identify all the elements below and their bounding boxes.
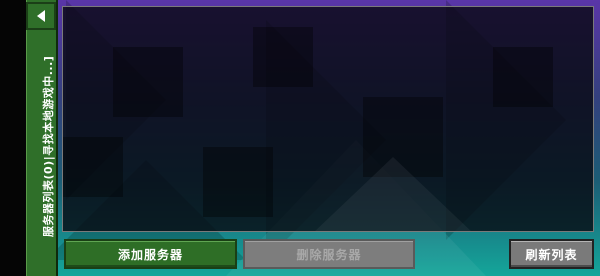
add-server-button[interactable]: 添加服务器 — [64, 239, 237, 269]
server-list-title: 服务器列表(0)|寻找本地游戏中...] — [42, 55, 55, 237]
server-list-pattern — [63, 27, 553, 231]
left-black-bar — [0, 0, 26, 276]
back-arrow-icon — [37, 10, 45, 22]
server-list-area[interactable] — [62, 6, 594, 232]
server-list-screen: 服务器列表(0)|寻找本地游戏中...] 添加服务器 删除服务器 刷新列表 — [0, 0, 600, 276]
delete-server-button[interactable]: 删除服务器 — [243, 239, 415, 269]
back-button[interactable] — [26, 2, 56, 30]
refresh-list-button[interactable]: 刷新列表 — [509, 239, 594, 269]
